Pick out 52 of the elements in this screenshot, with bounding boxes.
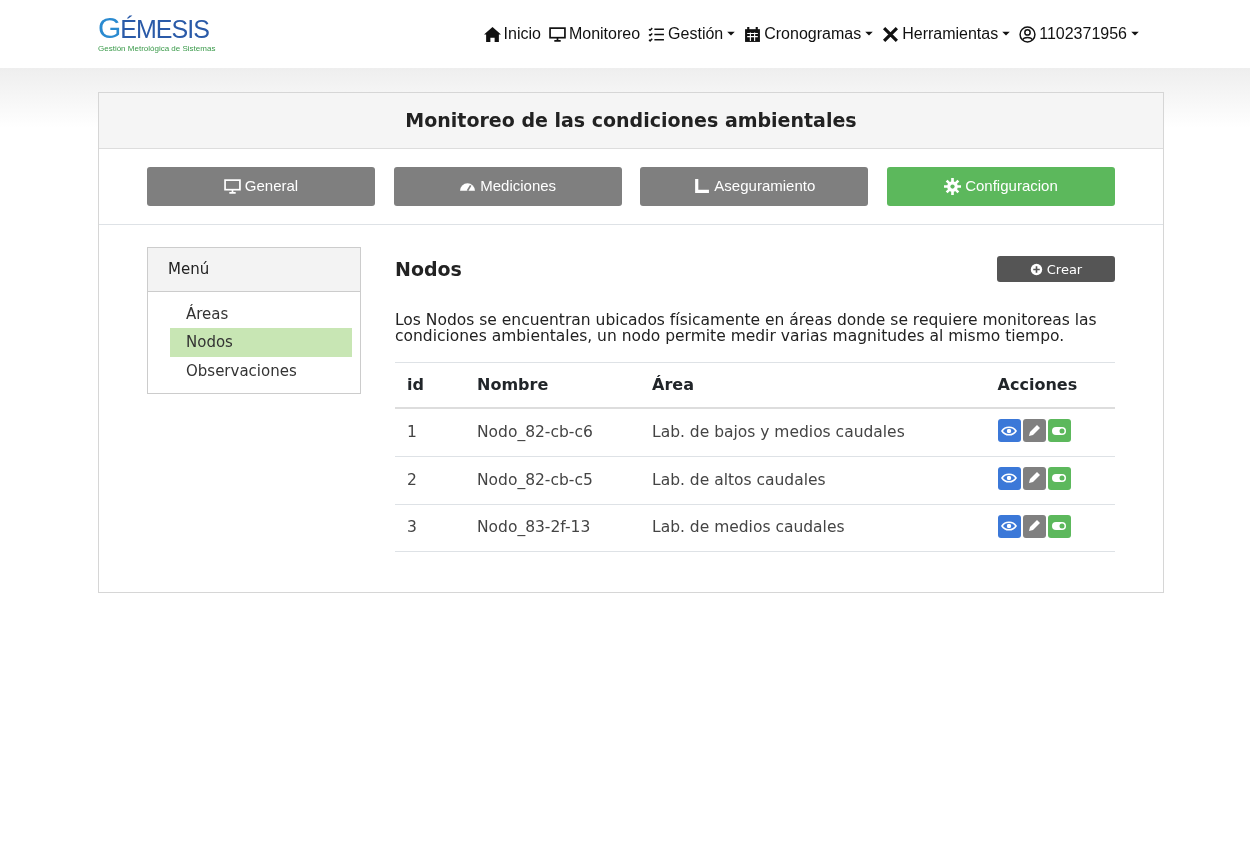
monitor-icon — [223, 178, 241, 195]
pencil-icon — [1026, 422, 1043, 439]
calendar-icon — [744, 25, 762, 43]
page-title: Monitoreo de las condiciones ambientales — [405, 108, 857, 134]
ruler-icon — [693, 178, 711, 195]
menu-item[interactable]: Observaciones — [170, 356, 352, 385]
settings-icon — [944, 178, 962, 195]
table-cell: 3 — [395, 504, 465, 552]
menu-item[interactable]: Nodos — [170, 328, 352, 357]
plus-icon — [1029, 262, 1043, 276]
user-icon — [1019, 25, 1037, 43]
table-cell: 1 — [395, 408, 465, 457]
home-icon — [483, 25, 501, 43]
column-header: Área — [640, 362, 986, 409]
edit-button[interactable] — [1022, 419, 1046, 443]
toggle-button[interactable] — [1047, 514, 1071, 538]
view-button[interactable] — [997, 514, 1021, 538]
column-header: Nombre — [465, 362, 640, 409]
checklist-icon — [648, 25, 666, 43]
tab[interactable]: Aseguramiento — [640, 167, 869, 206]
nav-dropdown[interactable]: Cronogramas — [744, 22, 875, 46]
logo-text: GÉMESIS — [98, 13, 210, 43]
nav-dropdown[interactable]: 1102371956 — [1019, 22, 1140, 46]
table-cell: Lab. de altos caudales — [640, 456, 986, 505]
nav-dropdown[interactable]: Gestión — [648, 22, 737, 46]
column-header: Acciones — [985, 362, 1115, 409]
create-button[interactable]: Crear — [997, 256, 1115, 283]
description: Los Nodos se encuentran ubicados físicamente en áreas donde se requiere monitoreas las condiciones ambientales, un nodo permite medir varias magnitudes al mismo tiempo. — [395, 311, 1098, 345]
edit-button[interactable] — [1022, 514, 1046, 538]
menu-header: Menú — [148, 248, 360, 292]
table-cell: 2 — [395, 456, 465, 505]
table-cell: Lab. de bajos y medios caudales — [640, 408, 986, 457]
logo[interactable]: GÉMESIS Gestión Metrológica de Sistemas — [98, 13, 398, 55]
menu-item[interactable]: Áreas — [170, 299, 352, 328]
tab[interactable]: Mediciones — [393, 167, 622, 206]
column-header: id — [395, 362, 465, 409]
toggle-button[interactable] — [1047, 466, 1071, 490]
table-cell: Nodo_82-cb-c6 — [465, 408, 640, 457]
monitor-icon — [548, 25, 566, 43]
view-button[interactable] — [997, 419, 1021, 443]
logo-subtitle: Gestión Metrológica de Sistemas — [98, 43, 217, 55]
table-cell: Nodo_83-2f-13 — [465, 504, 640, 552]
table-cell: Nodo_82-cb-c5 — [465, 456, 640, 505]
nav-link[interactable]: Monitoreo — [548, 22, 641, 46]
table-cell: Lab. de medios caudales — [640, 504, 986, 552]
nav-link[interactable]: Inicio — [483, 22, 541, 46]
nav-dropdown[interactable]: Herramientas — [882, 22, 1012, 46]
view-button[interactable] — [997, 466, 1021, 490]
edit-button[interactable] — [1022, 466, 1046, 490]
section-title: Nodos — [395, 257, 462, 282]
toggle-button[interactable] — [1047, 419, 1071, 443]
tab[interactable]: General — [147, 167, 375, 206]
